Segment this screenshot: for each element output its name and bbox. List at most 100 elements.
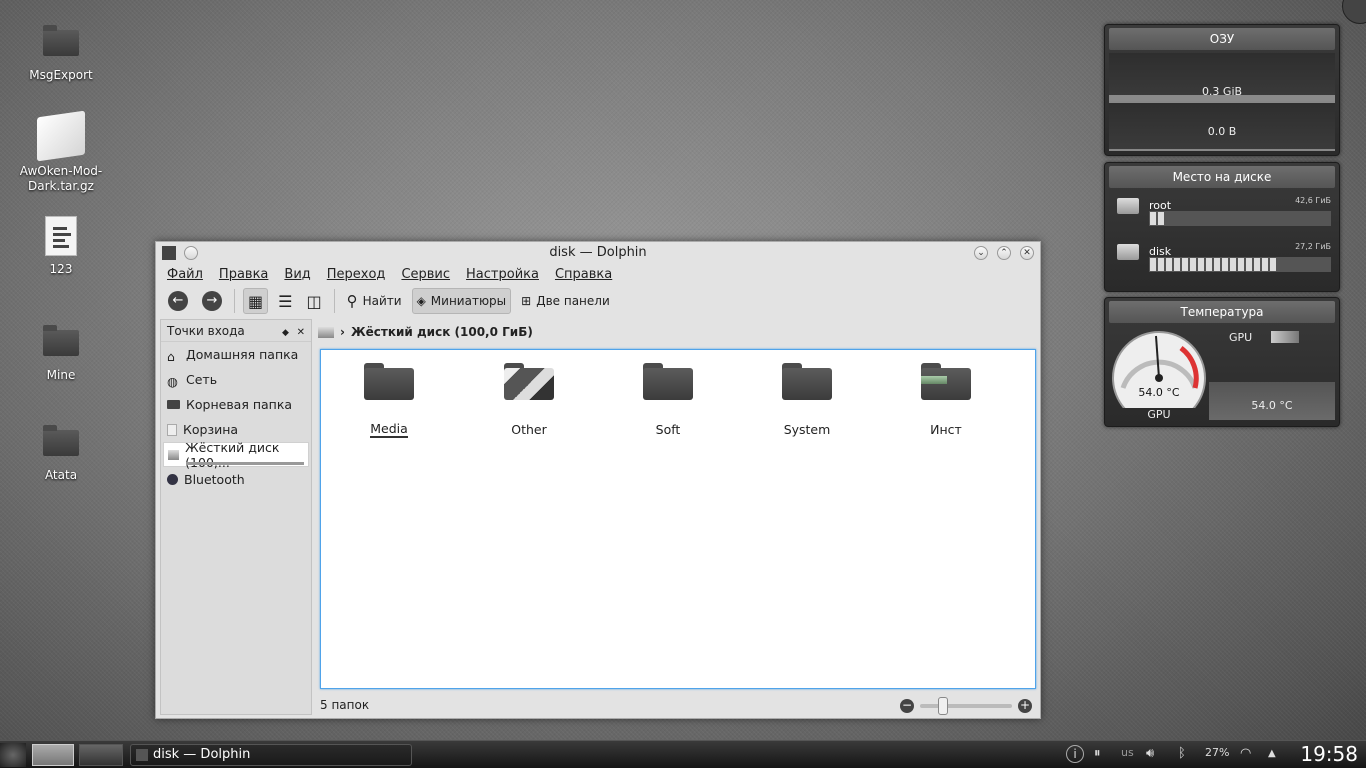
folder-icon (364, 360, 414, 400)
folder-label: Other (511, 422, 547, 437)
disk-usage-segment (1158, 212, 1164, 225)
pin-icon[interactable] (184, 246, 198, 260)
disk-size: 42,6 ГиБ (1295, 196, 1331, 205)
window-titlebar[interactable]: disk — Dolphin ⌄ ⌃ ✕ (156, 242, 1040, 264)
info-icon[interactable]: i (1066, 745, 1084, 763)
kde-menu-icon[interactable] (0, 743, 26, 767)
close-button[interactable]: ✕ (1020, 246, 1034, 260)
desktop-icon-atata[interactable]: Atata (16, 422, 106, 482)
home-icon: ⌂ (167, 348, 175, 364)
desktop-icon-msgexport[interactable]: MsgExport (16, 22, 106, 82)
places-item-bluetooth[interactable]: Bluetooth (161, 467, 311, 492)
folder-item-inst[interactable]: Инст (896, 360, 996, 437)
menu-help[interactable]: Справка (555, 264, 612, 286)
split-button[interactable]: ⊞ Две панели (517, 288, 614, 314)
columns-view-button[interactable]: ◫ (302, 288, 325, 314)
forward-button[interactable]: → (198, 288, 226, 314)
disk-size: 27,2 ГиБ (1295, 242, 1331, 251)
desktop-toolbox-button[interactable] (1342, 0, 1366, 24)
disk-usage-segment (1150, 258, 1156, 271)
pager-desktop-2[interactable] (79, 744, 123, 766)
disk-usage-segment (1158, 258, 1164, 271)
legend-swatch (1271, 331, 1299, 343)
places-item-home[interactable]: ⌂ Домашняя папка (161, 342, 311, 367)
breadcrumb[interactable]: › Жёсткий диск (100,0 ГиБ) (318, 322, 533, 342)
slider-handle[interactable] (938, 697, 948, 715)
clock[interactable]: 19:58 (1300, 742, 1358, 766)
trash-icon (167, 423, 177, 436)
menu-view[interactable]: Вид (284, 264, 310, 286)
network-icon: ◍ (167, 373, 178, 389)
pause-icon[interactable]: ⏸ (1094, 746, 1101, 761)
desktop-icon-123[interactable]: 123 (16, 216, 106, 276)
disk-row-disk[interactable]: disk 27,2 ГиБ (1109, 234, 1335, 280)
search-icon: ⚲ (346, 292, 358, 310)
ram-graph: 0.3 GiB (1109, 53, 1335, 103)
disk-usage-segment (1270, 258, 1276, 271)
folder-preview-icon (921, 360, 971, 400)
task-dolphin[interactable]: disk — Dolphin (130, 744, 412, 766)
file-view[interactable]: Media Other Soft System Инст (320, 349, 1036, 689)
window-title: disk — Dolphin (549, 245, 647, 260)
folder-item-other[interactable]: Other (479, 360, 579, 437)
graph-value: 54.0 °C (1251, 399, 1293, 412)
folder-icon (41, 322, 81, 362)
places-item-root[interactable]: Корневая папка (161, 392, 311, 417)
desktop-icon-mine[interactable]: Mine (16, 322, 106, 382)
places-item-harddisk[interactable]: Жёсткий диск (100,... (163, 440, 309, 470)
ram-widget: ОЗУ 0.3 GiB 0.0 B (1104, 24, 1340, 156)
disk-usage-segment (1174, 258, 1180, 271)
preview-icon: ◈ (416, 294, 426, 308)
details-view-button[interactable]: ☰ (274, 288, 296, 314)
battery-text[interactable]: 27% (1205, 746, 1229, 759)
gauge-value: 54.0 °C (1138, 386, 1180, 399)
breadcrumb-current[interactable]: Жёсткий диск (100,0 ГиБ) (351, 325, 533, 339)
menu-settings[interactable]: Настройка (466, 264, 539, 286)
zoom-out-icon[interactable]: − (900, 699, 914, 713)
icons-view-button[interactable]: ▦ (243, 288, 269, 314)
hdd-icon (1117, 198, 1139, 214)
places-item-network[interactable]: ◍ Сеть (161, 367, 311, 392)
pager-desktop-1[interactable] (32, 744, 74, 766)
thumbnails-button[interactable]: ◈ Миниатюры (411, 288, 512, 314)
volume-icon[interactable]: 🔊︎ (1146, 746, 1154, 761)
zoom-in-icon[interactable]: + (1018, 699, 1032, 713)
minimize-button[interactable]: ⌄ (974, 246, 988, 260)
toolbar-separator (234, 289, 235, 313)
window-menu-icon[interactable] (162, 246, 176, 260)
menu-file[interactable]: Файл (167, 264, 203, 286)
back-button[interactable]: ← (164, 288, 192, 314)
temperature-widget: Температура 54.0 °C GPU GPU 54.0 °C (1104, 297, 1340, 427)
places-item-trash[interactable]: Корзина (161, 417, 311, 442)
float-icon[interactable]: ◆ (282, 328, 289, 338)
ram-used-value: 0.3 GiB (1201, 85, 1243, 98)
menu-edit[interactable]: Правка (219, 264, 268, 286)
hdd-icon (318, 326, 334, 338)
folder-label: Media (370, 421, 408, 438)
menu-tools[interactable]: Сервис (401, 264, 450, 286)
folder-item-soft[interactable]: Soft (618, 360, 718, 437)
find-button[interactable]: ⚲ Найти (343, 288, 406, 314)
maximize-button[interactable]: ⌃ (997, 246, 1011, 260)
keyboard-layout[interactable]: us (1121, 746, 1134, 759)
folder-item-media[interactable]: Media (339, 360, 439, 438)
folder-icon (782, 360, 832, 400)
disk-row-root[interactable]: root 42,6 ГиБ (1109, 188, 1335, 234)
swap-value: 0.0 B (1207, 125, 1237, 138)
wifi-icon[interactable]: ◠ (1240, 746, 1251, 761)
desktop-icon-label: AwOken-Mod-Dark.tar.gz (19, 164, 103, 193)
desktop-icon-awoken[interactable]: AwOken-Mod-Dark.tar.gz (16, 110, 106, 194)
status-text: 5 папок (320, 698, 370, 712)
arrow-right-icon: → (202, 291, 222, 311)
document-icon (41, 216, 81, 256)
places-item-label: Домашняя папка (186, 347, 299, 362)
disk-usage-segment (1238, 258, 1244, 271)
toolbar-separator (333, 289, 335, 313)
zoom-slider[interactable] (920, 697, 1012, 715)
menu-go[interactable]: Переход (327, 264, 386, 286)
folder-item-system[interactable]: System (757, 360, 857, 437)
bluetooth-icon[interactable]: ᛒ (1178, 746, 1186, 761)
disk-usage-segment (1190, 258, 1196, 271)
tray-expand-icon[interactable]: ▲ (1268, 748, 1276, 759)
close-icon[interactable]: ✕ (297, 327, 305, 338)
